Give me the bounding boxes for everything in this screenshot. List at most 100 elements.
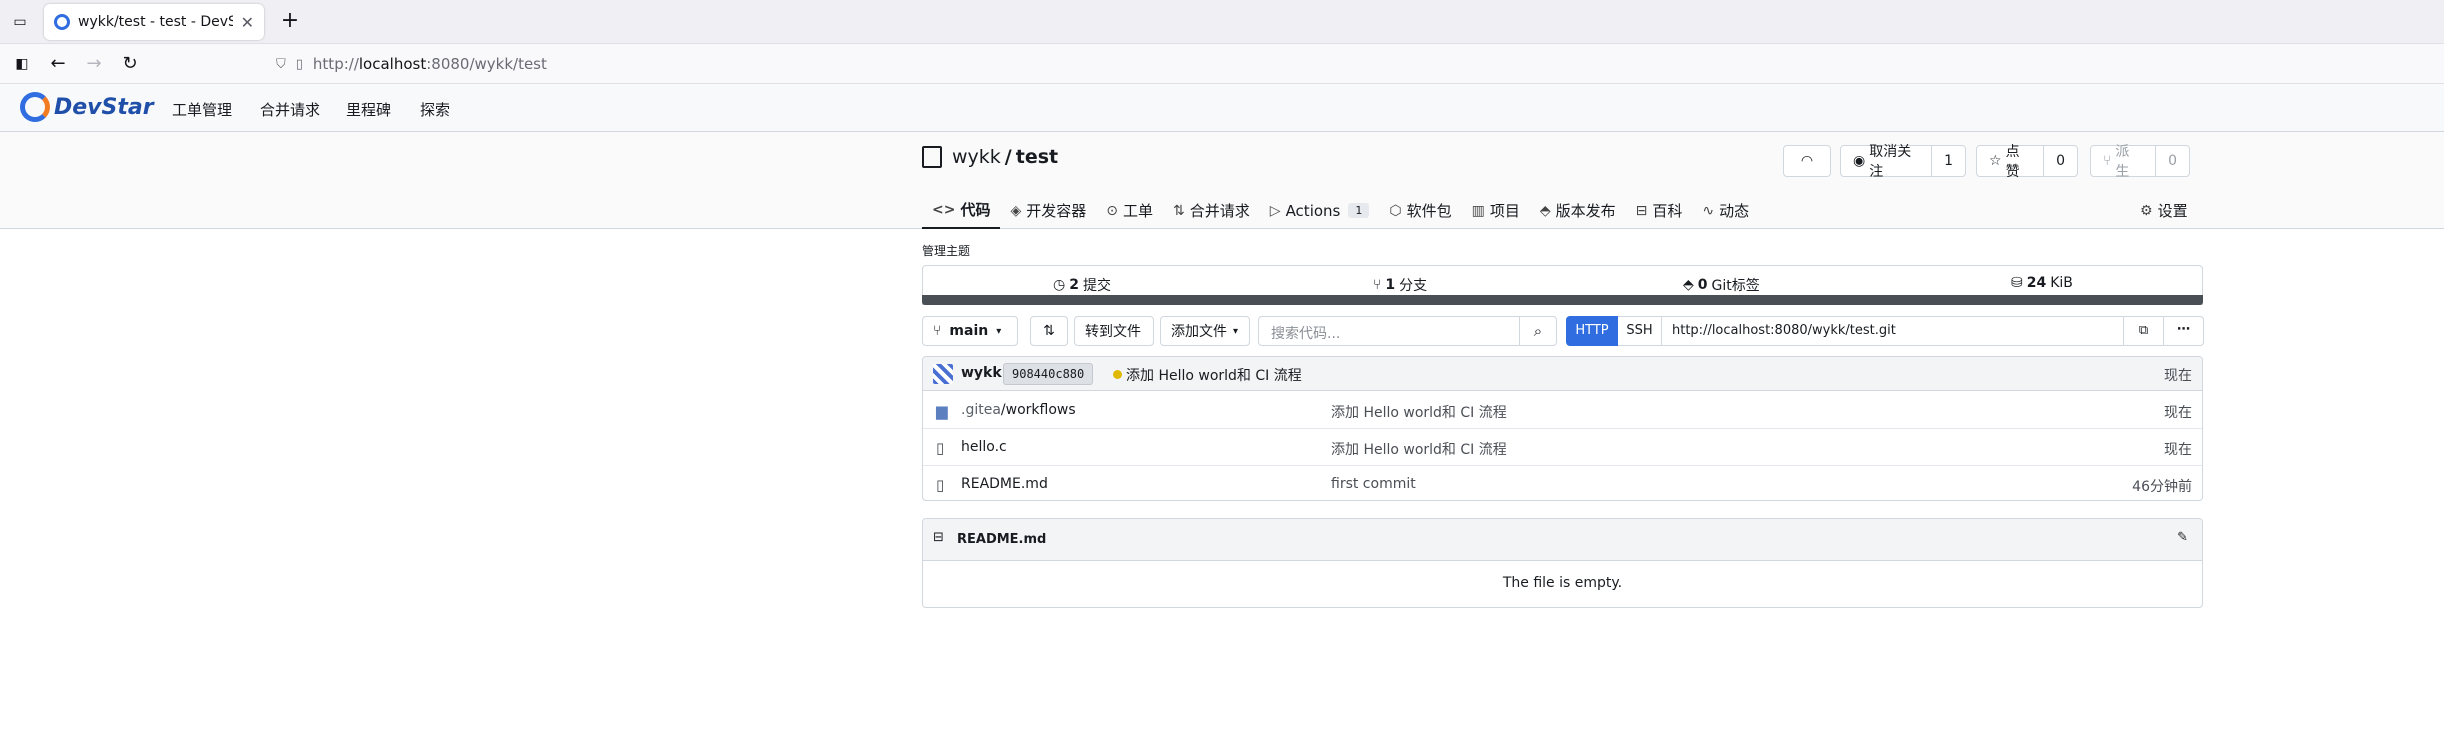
unwatch-label: 取消关注 bbox=[1869, 144, 1912, 180]
close-icon[interactable]: ✕ bbox=[241, 13, 254, 32]
play-icon: ▷ bbox=[1269, 202, 1281, 219]
browser-tabstrip: ▭ wykk/test - test - DevStar ✕ + bbox=[0, 0, 2444, 44]
commit-status-dot[interactable] bbox=[1113, 370, 1122, 379]
more-options-button[interactable]: ⋯ bbox=[2164, 316, 2204, 346]
file-commit-message[interactable]: 添加 Hello world和 CI 流程 bbox=[1331, 402, 1507, 422]
nav-pulls[interactable]: 合并请求 bbox=[260, 99, 320, 120]
shield-icon: ⛉ bbox=[276, 56, 286, 72]
repo-icon bbox=[922, 146, 942, 168]
back-button[interactable]: ← bbox=[44, 50, 72, 78]
tab-label: 动态 bbox=[1719, 202, 1750, 220]
commits-label: 提交 bbox=[1082, 278, 1111, 294]
search-button[interactable]: ⌕ bbox=[1520, 316, 1557, 346]
tab-issues[interactable]: ⊙ 工单 bbox=[1096, 192, 1163, 229]
code-search-input[interactable]: 搜索代码... bbox=[1258, 316, 1520, 346]
package-icon: ⬡ bbox=[1389, 202, 1402, 219]
file-commit-message[interactable]: first commit bbox=[1331, 476, 1416, 492]
tab-label: 软件包 bbox=[1406, 202, 1452, 220]
tab-releases[interactable]: ⬘ 版本发布 bbox=[1530, 192, 1626, 229]
settings-tab-row: ⚙ 设置 bbox=[2130, 192, 2198, 229]
tab-wiki[interactable]: ⊟ 百科 bbox=[1626, 192, 1693, 229]
rss-button[interactable]: ◠ bbox=[1783, 145, 1831, 177]
tab-label: 工单 bbox=[1123, 202, 1154, 220]
goto-file-button[interactable]: 转到文件 bbox=[1074, 316, 1154, 346]
repo-tabs: <> 代码 ◈ 开发容器 ⊙ 工单 ⇅ 合并请求 ▷ Actions 1 ⬡ 软件包 ▥ 项目 … bbox=[922, 192, 1759, 229]
file-name-link[interactable]: hello.c bbox=[961, 439, 1007, 455]
browser-tab[interactable]: wykk/test - test - DevStar ✕ bbox=[44, 4, 264, 40]
folder-icon: ▆ bbox=[936, 402, 948, 420]
tags-count: 0 bbox=[1697, 277, 1708, 293]
eye-icon: ◉ bbox=[1853, 153, 1866, 169]
latest-commit-bar: wykk 908440c880 添加 Hello world和 CI 流程 现在 bbox=[923, 357, 2202, 391]
add-file-label: 添加文件 bbox=[1171, 324, 1227, 340]
reload-button[interactable]: ↻ bbox=[116, 50, 144, 78]
compare-button[interactable]: ⇅ bbox=[1030, 316, 1068, 346]
tab-actions[interactable]: ▷ Actions 1 bbox=[1260, 192, 1380, 229]
nav-issues[interactable]: 工单管理 bbox=[172, 99, 232, 120]
rss-icon: ◠ bbox=[1800, 153, 1814, 169]
commits-stat[interactable]: ◷ 2 提交 bbox=[1053, 275, 1111, 295]
url-host: localhost bbox=[358, 55, 427, 73]
nav-explore[interactable]: 探索 bbox=[420, 99, 450, 120]
tag-icon: ⬘ bbox=[1683, 277, 1694, 293]
file-name-link[interactable]: .gitea/workflows bbox=[961, 402, 1076, 418]
file-icon: ▯ bbox=[936, 476, 945, 494]
table-row: ▯ hello.c 添加 Hello world和 CI 流程 现在 bbox=[923, 429, 2202, 466]
file-commit-message[interactable]: 添加 Hello world和 CI 流程 bbox=[1331, 439, 1507, 459]
repo-owner-link[interactable]: wykk bbox=[952, 146, 1001, 168]
star-button[interactable]: ☆ 点赞 bbox=[1977, 144, 2045, 180]
star-count[interactable]: 0 bbox=[2044, 146, 2077, 176]
actions-count-badge: 1 bbox=[1348, 203, 1370, 218]
tab-projects[interactable]: ▥ 项目 bbox=[1462, 192, 1530, 229]
chevron-down-icon: ▾ bbox=[1233, 325, 1239, 337]
commit-sha[interactable]: 908440c880 bbox=[1003, 363, 1094, 385]
size-stat: ⛁ 24 KiB bbox=[2011, 275, 2073, 291]
branch-icon: ⑂ bbox=[1373, 277, 1382, 293]
clone-http-button[interactable]: HTTP bbox=[1566, 316, 1618, 346]
tab-packages[interactable]: ⬡ 软件包 bbox=[1379, 192, 1461, 229]
add-file-dropdown[interactable]: 添加文件 ▾ bbox=[1160, 316, 1250, 346]
repo-name-link[interactable]: test bbox=[1016, 146, 1058, 168]
manage-topics-link[interactable]: 管理主题 bbox=[922, 242, 970, 259]
table-row: ▆ .gitea/workflows 添加 Hello world和 CI 流程… bbox=[923, 392, 2202, 429]
address-bar[interactable]: ⛉ ▯ http://localhost:8080/wykk/test bbox=[266, 48, 2436, 80]
avatar[interactable] bbox=[933, 364, 953, 384]
compare-icon: ⇅ bbox=[1043, 323, 1055, 339]
unwatch-button[interactable]: ◉ 取消关注 bbox=[1841, 144, 1933, 180]
file-name-link[interactable]: README.md bbox=[961, 476, 1048, 492]
commit-author[interactable]: wykk bbox=[961, 365, 1002, 381]
tab-activity[interactable]: ∿ 动态 bbox=[1692, 192, 1759, 229]
tab-code[interactable]: <> 代码 bbox=[922, 192, 1001, 229]
new-tab-button[interactable]: + bbox=[276, 8, 304, 36]
watch-count[interactable]: 1 bbox=[1932, 146, 1965, 176]
file-name-prefix: .gitea bbox=[961, 402, 1001, 418]
fork-button[interactable]: ⑂ 派生 bbox=[2091, 144, 2157, 180]
clone-ssh-button[interactable]: SSH bbox=[1618, 316, 1662, 346]
url-rest: :8080/wykk/test bbox=[426, 55, 547, 73]
star-label: 点赞 bbox=[2005, 144, 2020, 180]
commit-time: 现在 bbox=[2164, 368, 2192, 384]
tab-list-icon[interactable]: ▭ bbox=[6, 8, 34, 36]
sidebar-toggle-icon[interactable]: ◧ bbox=[8, 50, 36, 78]
commit-message[interactable]: 添加 Hello world和 CI 流程 bbox=[1126, 365, 1302, 385]
tags-stat[interactable]: ⬘ 0 Git标签 bbox=[1683, 275, 1760, 295]
file-name: /workflows bbox=[1000, 402, 1076, 418]
tab-settings[interactable]: ⚙ 设置 bbox=[2130, 192, 2198, 229]
tab-devcontainer[interactable]: ◈ 开发容器 bbox=[1000, 192, 1096, 229]
tab-pulls[interactable]: ⇅ 合并请求 bbox=[1163, 192, 1260, 229]
clone-panel: HTTP SSH http://localhost:8080/wykk/test… bbox=[1566, 316, 2204, 346]
branches-stat[interactable]: ⑂ 1 分支 bbox=[1373, 275, 1427, 295]
fork-count[interactable]: 0 bbox=[2156, 146, 2189, 176]
fork-button-group: ⑂ 派生 0 bbox=[2090, 144, 2190, 180]
kebab-icon: ⋯ bbox=[2177, 322, 2190, 337]
devstar-logo-icon bbox=[20, 92, 50, 122]
forward-button[interactable]: → bbox=[80, 50, 108, 78]
site-logo[interactable]: DevStar bbox=[20, 92, 154, 122]
file-table: wykk 908440c880 添加 Hello world和 CI 流程 现在… bbox=[922, 356, 2203, 501]
clone-url-field[interactable]: http://localhost:8080/wykk/test.git bbox=[1662, 316, 2124, 346]
edit-pencil-icon[interactable]: ✎ bbox=[2177, 530, 2188, 545]
copy-button[interactable]: ⧉ bbox=[2124, 316, 2164, 346]
branch-selector[interactable]: ⑂ main ▾ bbox=[922, 316, 1018, 346]
branches-count: 1 bbox=[1385, 277, 1396, 293]
nav-milestones[interactable]: 里程碑 bbox=[346, 99, 391, 120]
